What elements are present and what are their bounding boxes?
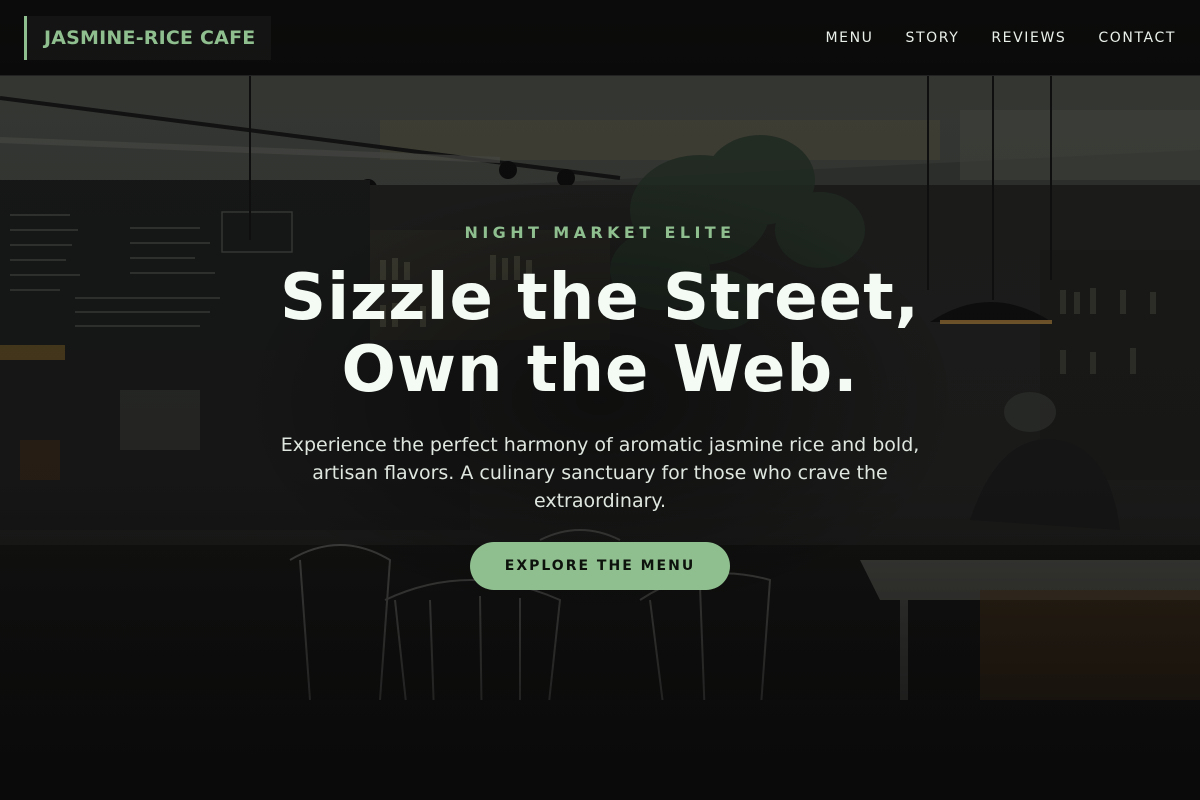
brand-logo[interactable]: JASMINE-RICE CAFE [24, 15, 272, 60]
hero-description: Experience the perfect harmony of aromat… [280, 434, 920, 512]
nav-item-contact[interactable]: CONTACT [1098, 30, 1176, 46]
site-header: JASMINE-RICE CAFE MENU STORY REVIEWS CON… [0, 0, 1200, 76]
brand-name: JASMINE-RICE CAFE [44, 26, 256, 49]
hero-eyebrow: NIGHT MARKET ELITE [464, 223, 736, 242]
nav-item-story[interactable]: STORY [906, 30, 960, 46]
hero-section: NIGHT MARKET ELITE Sizzle the Street, Ow… [0, 0, 1200, 800]
main-nav: MENU STORY REVIEWS CONTACT [825, 30, 1176, 46]
hero-headline-line1: Sizzle the Street, [280, 261, 920, 335]
hero-headline-line2: Own the Web. [341, 333, 859, 407]
nav-item-menu[interactable]: MENU [825, 30, 873, 46]
nav-item-reviews[interactable]: REVIEWS [991, 30, 1066, 46]
explore-menu-button[interactable]: EXPLORE THE MENU [470, 542, 730, 590]
hero-headline: Sizzle the Street, Own the Web. [0, 262, 1200, 406]
